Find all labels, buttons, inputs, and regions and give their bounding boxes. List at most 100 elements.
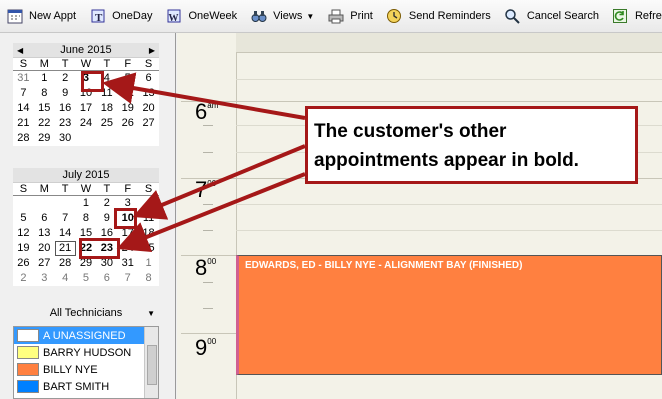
one-day-button[interactable]: T OneDay bbox=[89, 8, 152, 25]
weekday-header: M bbox=[33, 58, 55, 71]
calendar-day[interactable]: 19 bbox=[13, 241, 34, 256]
calendar-day[interactable]: 31 bbox=[117, 256, 138, 271]
views-button[interactable]: Views ▼ bbox=[250, 8, 314, 25]
callout-line: The customer's other bbox=[314, 121, 507, 142]
calendar-day[interactable]: 22 bbox=[34, 116, 55, 131]
technician-filter-value: All Technicians bbox=[49, 307, 123, 319]
highlight-box bbox=[81, 71, 104, 92]
calendar-day[interactable]: 7 bbox=[117, 271, 138, 286]
one-day-label: OneDay bbox=[112, 10, 153, 22]
calendar-day[interactable]: 24 bbox=[76, 116, 97, 131]
weekday-header: T bbox=[54, 183, 76, 196]
calendar-day[interactable]: 6 bbox=[96, 271, 117, 286]
schedule-header bbox=[236, 33, 662, 53]
hour-label: 6am bbox=[195, 99, 219, 124]
binoculars-icon bbox=[250, 8, 267, 25]
calendar-day bbox=[55, 196, 76, 211]
calendar-day[interactable]: 30 bbox=[55, 131, 76, 146]
weekday-header: S bbox=[138, 183, 159, 196]
calendar-day[interactable]: 26 bbox=[117, 116, 138, 131]
calendar-day[interactable]: 12 bbox=[13, 226, 34, 241]
scrollbar[interactable] bbox=[144, 327, 158, 398]
calendar-day[interactable]: 18 bbox=[138, 226, 159, 241]
cancel-search-label: Cancel Search bbox=[526, 10, 599, 22]
calendar-day[interactable]: 2 bbox=[13, 271, 34, 286]
calendar-day[interactable]: 4 bbox=[55, 271, 76, 286]
calendar-day[interactable]: 5 bbox=[13, 211, 34, 226]
calendar-day[interactable]: 3 bbox=[34, 271, 55, 286]
chevron-down-icon: ▼ bbox=[306, 11, 315, 21]
list-item[interactable]: A UNASSIGNED bbox=[14, 327, 158, 344]
calendar-day[interactable]: 13 bbox=[138, 86, 159, 101]
calendar-day[interactable]: 24 bbox=[117, 241, 138, 256]
calendar-day[interactable]: 1 bbox=[34, 71, 55, 86]
calendar-day[interactable]: 6 bbox=[138, 71, 159, 86]
technician-filter-select[interactable]: All Technicians ▼ bbox=[13, 304, 159, 322]
highlight-box bbox=[114, 208, 137, 229]
calendar-day[interactable]: 28 bbox=[55, 256, 76, 271]
new-appt-button[interactable]: New Appt bbox=[6, 8, 76, 25]
calendar-day[interactable]: 14 bbox=[55, 226, 76, 241]
calendar-day[interactable]: 25 bbox=[96, 116, 117, 131]
one-week-button[interactable]: W OneWeek bbox=[165, 8, 237, 25]
calendar-day[interactable]: 6 bbox=[34, 211, 55, 226]
calendar-day[interactable]: 7 bbox=[13, 86, 34, 101]
calendar-day[interactable]: 18 bbox=[96, 101, 117, 116]
highlight-box bbox=[79, 238, 120, 259]
calendar-day[interactable]: 9 bbox=[55, 86, 76, 101]
calendar-day[interactable]: 4 bbox=[138, 196, 159, 211]
list-item[interactable]: BART SMITH bbox=[14, 378, 158, 395]
send-reminders-button[interactable]: Send Reminders bbox=[386, 8, 491, 25]
list-item[interactable]: BILLY NYE bbox=[14, 361, 158, 378]
calendar-day[interactable]: 27 bbox=[34, 256, 55, 271]
calendar-day[interactable]: 29 bbox=[34, 131, 55, 146]
calendar-day bbox=[34, 196, 55, 211]
calendar-day[interactable]: 14 bbox=[13, 101, 34, 116]
calendar-day[interactable]: 31 bbox=[13, 71, 34, 86]
calendar-icon bbox=[6, 8, 23, 25]
calendar-header: July 2015 bbox=[13, 168, 159, 183]
calendar-grid: S M T W T F S 1 2 3 4 5 6 7 8 9 10 11 12 13 14 15 16 17 18 19 20 21… bbox=[13, 183, 159, 286]
calendar-day[interactable]: 16 bbox=[55, 101, 76, 116]
calendar-day[interactable]: 19 bbox=[117, 101, 138, 116]
calendar-day[interactable]: 27 bbox=[138, 116, 159, 131]
chevron-down-icon: ▼ bbox=[147, 308, 155, 318]
prev-month-icon[interactable]: ◀ bbox=[17, 46, 23, 55]
print-button[interactable]: Print bbox=[327, 8, 373, 25]
new-appt-label: New Appt bbox=[29, 10, 77, 22]
calendar-day[interactable]: 17 bbox=[76, 101, 97, 116]
calendar-day[interactable]: 28 bbox=[13, 131, 34, 146]
next-month-icon[interactable]: ▶ bbox=[149, 46, 155, 55]
calendar-day[interactable]: 21 bbox=[54, 241, 76, 256]
calendar-day[interactable]: 5 bbox=[76, 271, 97, 286]
calendar-day[interactable]: 12 bbox=[117, 86, 138, 101]
refresh-icon bbox=[612, 8, 629, 25]
cancel-search-button[interactable]: Cancel Search bbox=[504, 8, 599, 25]
calendar-day[interactable]: 1 bbox=[76, 196, 97, 211]
calendar-day[interactable]: 20 bbox=[138, 101, 159, 116]
calendar-day[interactable]: 2 bbox=[55, 71, 76, 86]
calendar-day[interactable]: 25 bbox=[138, 241, 159, 256]
calendar-day[interactable]: 13 bbox=[34, 226, 55, 241]
calendar-day[interactable]: 8 bbox=[76, 211, 97, 226]
scrollbar-thumb[interactable] bbox=[147, 345, 157, 385]
calendar-day[interactable]: 15 bbox=[34, 101, 55, 116]
refresh-button[interactable]: Refresh bbox=[612, 8, 662, 25]
calendar-day[interactable]: 11 bbox=[138, 211, 159, 226]
calendar-day[interactable]: 5 bbox=[117, 71, 138, 86]
calendar-day[interactable]: 23 bbox=[55, 116, 76, 131]
calendar-day[interactable]: 21 bbox=[13, 116, 34, 131]
calendar-day[interactable]: 20 bbox=[34, 241, 55, 256]
calendar-day[interactable]: 26 bbox=[13, 256, 34, 271]
list-item[interactable]: BARRY HUDSON bbox=[14, 344, 158, 361]
calendar-day[interactable]: 8 bbox=[34, 86, 55, 101]
weekday-header: T bbox=[96, 58, 118, 71]
calendar-day[interactable]: 1 bbox=[138, 256, 159, 271]
print-label: Print bbox=[350, 10, 373, 22]
technician-list[interactable]: A UNASSIGNED BARRY HUDSON BILLY NYE BART… bbox=[13, 326, 159, 399]
calendar-day[interactable]: 7 bbox=[55, 211, 76, 226]
schedule-view[interactable]: 6am 700 800 900 EDWARDS, ED - BILLY NYE … bbox=[177, 33, 662, 399]
calendar-day[interactable]: 8 bbox=[138, 271, 159, 286]
appointment-block[interactable]: EDWARDS, ED - BILLY NYE - ALIGNMENT BAY … bbox=[236, 255, 662, 375]
technician-name: BART SMITH bbox=[43, 380, 110, 393]
